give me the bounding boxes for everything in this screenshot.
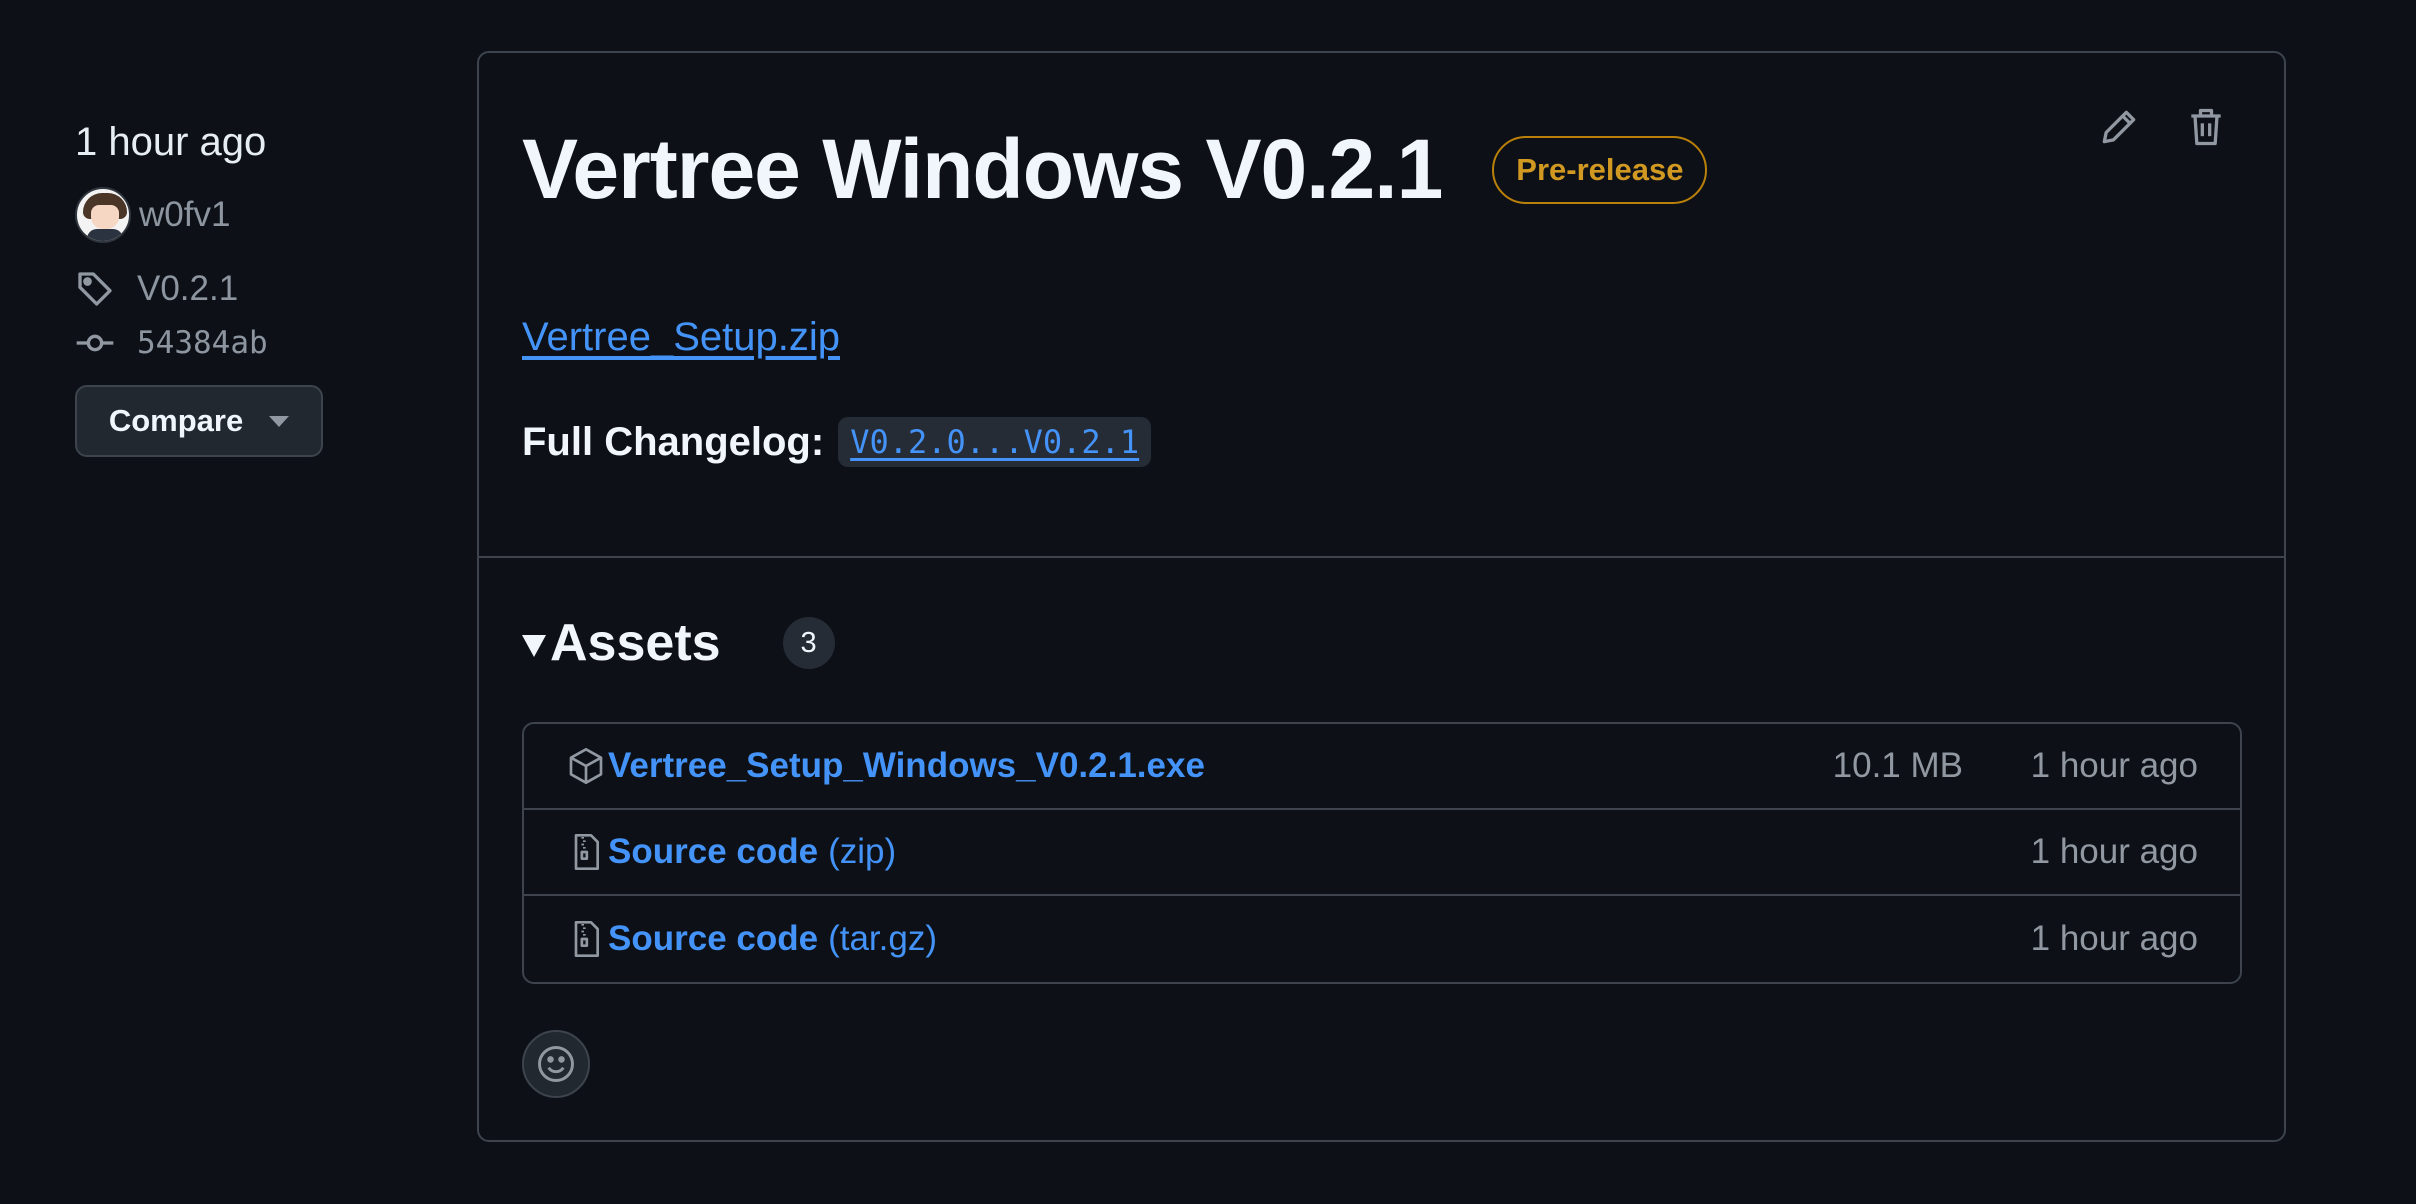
file-zip-icon (574, 834, 599, 870)
assets-list: Vertree_Setup_Windows_V0.2.1.exe 10.1 MB… (522, 722, 2242, 984)
compare-label: Compare (108, 403, 244, 438)
avatar[interactable] (75, 187, 131, 243)
release-time: 1 hour ago (75, 120, 267, 164)
asset-row: Source code (tar.gz) 1 hour ago (524, 896, 2240, 982)
tag-row[interactable]: V0.2.1 (75, 269, 405, 309)
author-name[interactable]: w0fv1 (139, 195, 230, 235)
changelog: Full Changelog: V0.2.0...V0.2.1 (522, 417, 1152, 467)
chevron-down-icon (269, 415, 290, 427)
commit-sha[interactable]: 54384ab (137, 325, 268, 361)
compare-button[interactable]: Compare (75, 385, 323, 457)
pencil-icon[interactable] (2097, 105, 2141, 149)
release-body: Vertree Windows V0.2.1 Pre-release Vertr… (479, 53, 2284, 558)
asset-time: 1 hour ago (2030, 919, 2198, 958)
add-reaction-button[interactable] (522, 1030, 590, 1098)
file-zip-icon (574, 921, 599, 957)
trash-icon[interactable] (2184, 105, 2228, 149)
asset-format[interactable]: (tar.gz) (828, 919, 937, 959)
release-sidebar: 1 hour ago w0fv1 V0.2.1 54384ab Compare (75, 120, 405, 457)
prerelease-badge: Pre-release (1492, 135, 1708, 204)
assets-count: 3 (782, 617, 835, 669)
attachment-link[interactable]: Vertree_Setup.zip (522, 315, 840, 360)
asset-row: Vertree_Setup_Windows_V0.2.1.exe 10.1 MB… (524, 724, 2240, 810)
assets-toggle[interactable]: Assets 3 (522, 613, 835, 673)
release-card: Vertree Windows V0.2.1 Pre-release Vertr… (477, 51, 2286, 1142)
commit-row[interactable]: 54384ab (75, 323, 405, 363)
asset-link[interactable]: Source code (608, 832, 818, 872)
smiley-icon (538, 1046, 574, 1082)
tag-name[interactable]: V0.2.1 (137, 269, 238, 309)
package-icon (569, 748, 603, 784)
changelog-compare-link[interactable]: V0.2.0...V0.2.1 (838, 417, 1152, 467)
asset-format[interactable]: (zip) (828, 832, 896, 872)
release-title[interactable]: Vertree Windows V0.2.1 (522, 121, 1443, 218)
tag-icon (78, 272, 112, 306)
triangle-down-icon (522, 635, 546, 657)
asset-link[interactable]: Source code (608, 919, 818, 959)
author-row[interactable]: w0fv1 (75, 187, 405, 243)
asset-time: 1 hour ago (2030, 832, 2198, 871)
asset-row: Source code (zip) 1 hour ago (524, 810, 2240, 896)
asset-time: 1 hour ago (2030, 746, 2198, 785)
asset-link[interactable]: Vertree_Setup_Windows_V0.2.1.exe (608, 746, 1205, 786)
commit-icon (76, 334, 114, 352)
assets-title: Assets (550, 614, 721, 672)
asset-size: 10.1 MB (1832, 746, 1963, 785)
changelog-label: Full Changelog: (522, 419, 825, 464)
